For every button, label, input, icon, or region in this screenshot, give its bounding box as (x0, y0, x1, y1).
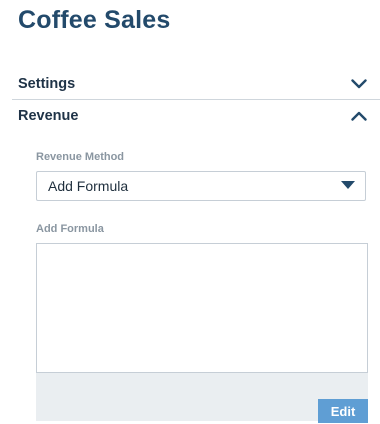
chevron-down-icon[interactable] (350, 78, 368, 90)
formula-editor-panel: Edit (36, 243, 368, 423)
edit-button[interactable]: Edit (318, 399, 368, 423)
add-formula-label: Add Formula (36, 223, 104, 235)
revenue-section-header[interactable]: Revenue (18, 104, 368, 128)
section-divider (12, 99, 380, 100)
formula-textarea[interactable] (36, 243, 368, 373)
revenue-method-value: Add Formula (48, 178, 129, 194)
page-title: Coffee Sales (18, 6, 171, 34)
caret-down-icon (341, 177, 355, 195)
chevron-up-icon[interactable] (350, 110, 368, 122)
settings-section-header[interactable]: Settings (18, 72, 368, 96)
revenue-method-label: Revenue Method (36, 151, 125, 163)
revenue-section-label: Revenue (18, 108, 79, 124)
revenue-method-select[interactable]: Add Formula (36, 171, 366, 201)
settings-section-label: Settings (18, 76, 76, 92)
